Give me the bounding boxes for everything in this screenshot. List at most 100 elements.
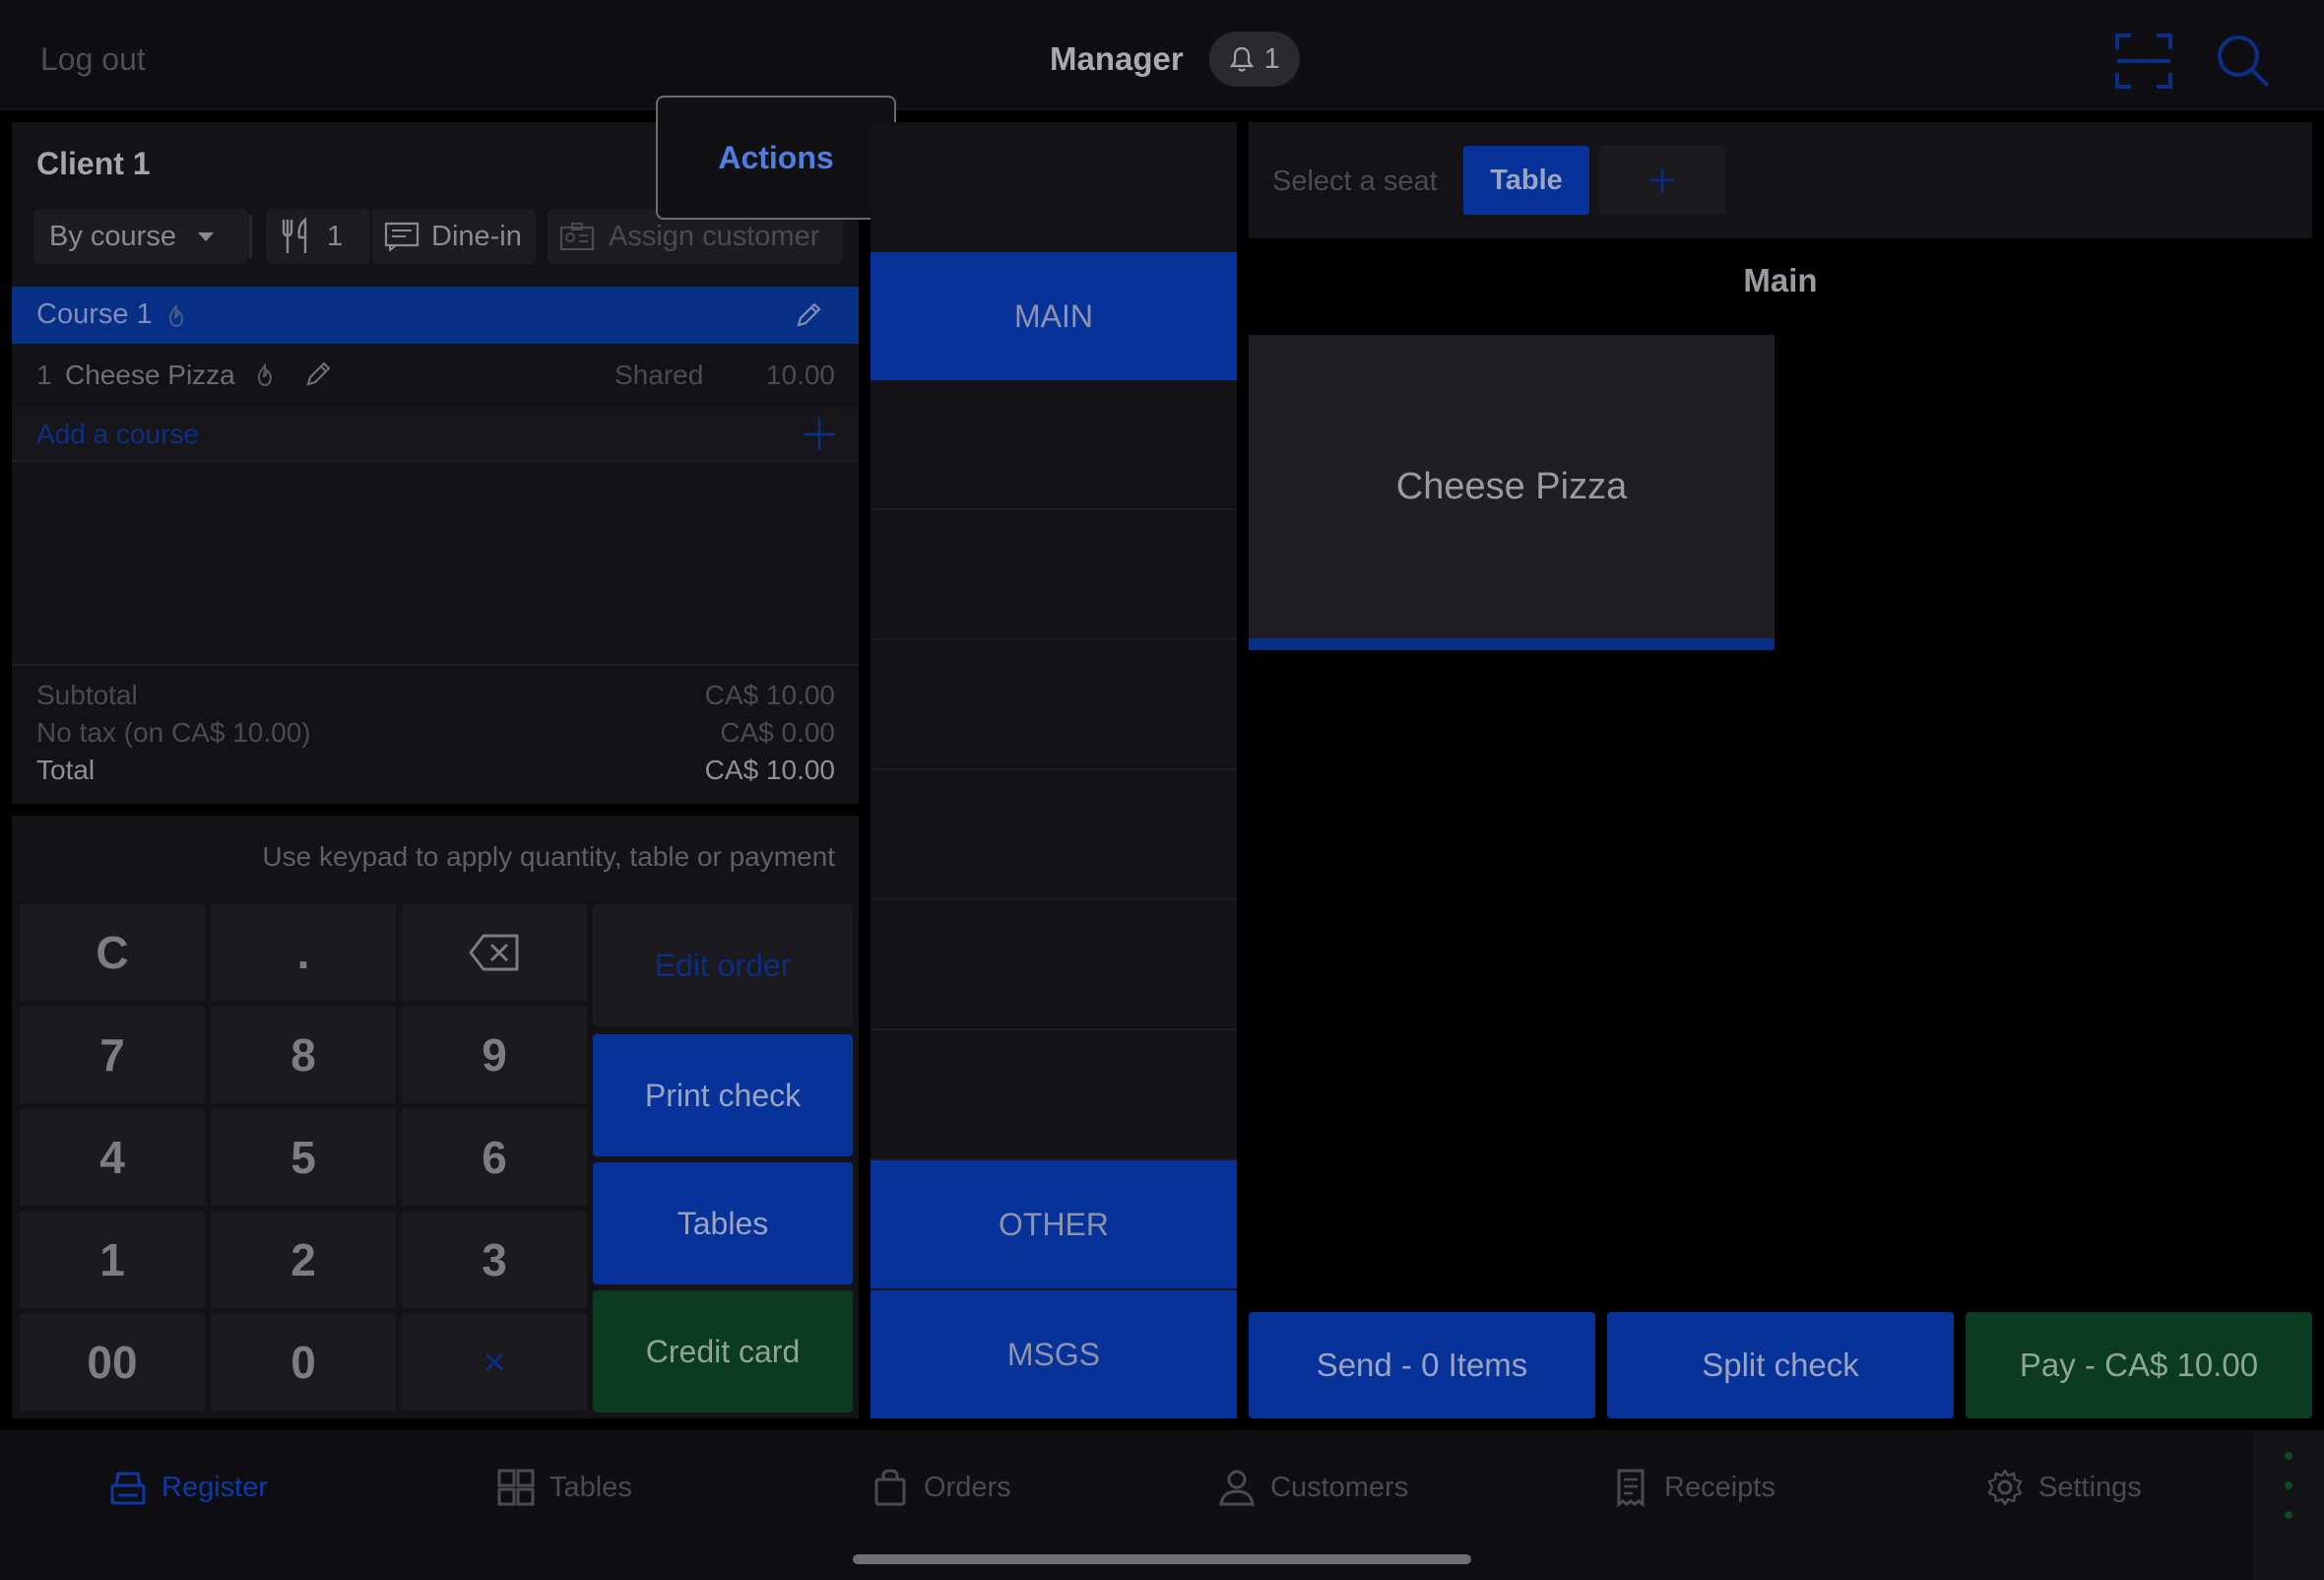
edit-order-button[interactable]: Edit order (593, 904, 853, 1026)
tab-customers-label: Customers (1270, 1471, 1409, 1503)
tax-label: No tax (on CA$ 10.00) (36, 717, 311, 748)
tab-orders[interactable]: Orders (871, 1468, 1011, 1507)
key-clear[interactable]: C (20, 904, 205, 1001)
key-backspace[interactable] (402, 904, 587, 1001)
key-multiply[interactable]: × (402, 1314, 587, 1411)
key-8[interactable]: 8 (211, 1007, 396, 1103)
more-menu-button[interactable] (2253, 1430, 2324, 1580)
dot-icon (2285, 1452, 2292, 1460)
person-icon (1219, 1470, 1255, 1506)
keypad-hint: Use keypad to apply quantity, table or p… (262, 841, 835, 872)
fire-icon[interactable] (165, 304, 187, 328)
by-course-dropdown[interactable]: By course (33, 209, 248, 264)
register-icon (110, 1472, 146, 1505)
key-4[interactable]: 4 (20, 1109, 205, 1206)
user-title[interactable]: Manager (1050, 40, 1184, 78)
category-empty[interactable] (871, 382, 1237, 510)
category-empty[interactable] (871, 512, 1237, 640)
key-2[interactable]: 2 (211, 1212, 396, 1308)
key-5[interactable]: 5 (211, 1109, 396, 1206)
fire-icon[interactable] (254, 363, 276, 387)
category-msgs[interactable]: MSGS (871, 1290, 1237, 1418)
table-seat-button[interactable]: Table (1463, 146, 1589, 215)
bell-icon (1229, 46, 1254, 72)
tab-tables[interactable]: Tables (496, 1468, 632, 1507)
gear-icon (1987, 1469, 2023, 1506)
notifications-button[interactable]: 1 (1208, 32, 1300, 87)
actions-inner: Actions (658, 98, 894, 218)
receipt-icon (1617, 1469, 1645, 1507)
client-title[interactable]: Client 1 (36, 146, 151, 182)
key-00[interactable]: 00 (20, 1314, 205, 1411)
scan-icon[interactable] (2115, 33, 2172, 89)
credit-card-button[interactable]: Credit card (593, 1290, 853, 1413)
search-icon[interactable] (2216, 33, 2271, 89)
key-6[interactable]: 6 (402, 1109, 587, 1206)
subtotal-row: Subtotal CA$ 10.00 (36, 680, 835, 711)
key-1[interactable]: 1 (20, 1212, 205, 1308)
print-check-button[interactable]: Print check (593, 1034, 853, 1156)
by-course-label: By course (49, 220, 176, 252)
tab-register[interactable]: Register (108, 1468, 268, 1507)
dine-in-button[interactable]: Dine-in (372, 209, 536, 264)
category-empty[interactable] (871, 642, 1237, 770)
tab-settings[interactable]: Settings (1985, 1468, 2142, 1507)
key-3[interactable]: 3 (402, 1212, 587, 1308)
tab-orders-label: Orders (924, 1471, 1011, 1503)
plus-icon (804, 419, 835, 450)
select-seat-label: Select a seat (1272, 165, 1438, 197)
tab-customers[interactable]: Customers (1217, 1468, 1408, 1507)
top-bar: Log out Manager 1 (0, 0, 2324, 110)
order-item-row[interactable]: 1 Cheese Pizza Shared 10.00 (12, 346, 859, 403)
pay-button[interactable]: Pay - CA$ 10.00 (1966, 1312, 2312, 1418)
add-course-row[interactable]: Add a course (12, 407, 859, 462)
category-other[interactable]: OTHER (871, 1160, 1237, 1288)
shopping-bag-icon (874, 1469, 906, 1506)
guests-button[interactable]: 1 (266, 209, 370, 264)
course-header-row[interactable]: Course 1 (12, 287, 859, 344)
category-empty[interactable] (871, 902, 1237, 1030)
course-label: Course 1 (36, 298, 153, 330)
menu-section-title: Main (1743, 262, 1818, 298)
item-price: 10.00 (765, 360, 835, 390)
add-seat-button[interactable] (1599, 146, 1725, 215)
split-check-button[interactable]: Split check (1607, 1312, 1954, 1418)
pencil-icon[interactable] (794, 300, 823, 330)
dot-icon (2285, 1511, 2292, 1519)
tables-icon (497, 1469, 535, 1506)
subtotal-value: CA$ 10.00 (704, 680, 835, 710)
tables-button[interactable]: Tables (593, 1162, 853, 1284)
divider (249, 215, 252, 258)
header-center: Manager 1 (1050, 32, 1300, 87)
item-quantity: 1 (36, 360, 52, 390)
plus-icon (1650, 168, 1674, 192)
tab-receipts[interactable]: Receipts (1611, 1468, 1775, 1507)
total-label: Total (36, 755, 96, 785)
dot-icon (2285, 1481, 2292, 1489)
total-value: CA$ 10.00 (704, 755, 835, 785)
category-empty[interactable] (871, 1032, 1237, 1160)
keypad-panel: Use keypad to apply quantity, table or p… (12, 816, 859, 1418)
key-9[interactable]: 9 (402, 1007, 587, 1103)
key-0[interactable]: 0 (211, 1314, 396, 1411)
key-decimal[interactable]: . (211, 904, 396, 1001)
key-7[interactable]: 7 (20, 1007, 205, 1103)
chevron-down-icon (197, 231, 214, 241)
pencil-icon[interactable] (303, 360, 333, 389)
seat-bar: Select a seat Table (1249, 122, 2312, 238)
actions-label: Actions (718, 139, 834, 175)
category-main[interactable]: MAIN (871, 252, 1237, 380)
home-indicator[interactable] (853, 1554, 1471, 1564)
logout-button[interactable]: Log out (40, 41, 146, 78)
tab-settings-label: Settings (2038, 1471, 2142, 1503)
guest-count: 1 (327, 220, 344, 252)
tax-row: No tax (on CA$ 10.00) CA$ 0.00 (36, 717, 835, 749)
notification-count: 1 (1263, 42, 1280, 75)
dine-in-label: Dine-in (431, 220, 522, 252)
product-name: Cheese Pizza (1395, 465, 1628, 507)
tax-value: CA$ 0.00 (720, 717, 835, 748)
actions-button[interactable]: Actions (656, 96, 896, 220)
send-items-button[interactable]: Send - 0 Items (1249, 1312, 1595, 1418)
category-empty[interactable] (871, 772, 1237, 900)
product-tile[interactable]: Cheese Pizza (1249, 335, 1775, 650)
